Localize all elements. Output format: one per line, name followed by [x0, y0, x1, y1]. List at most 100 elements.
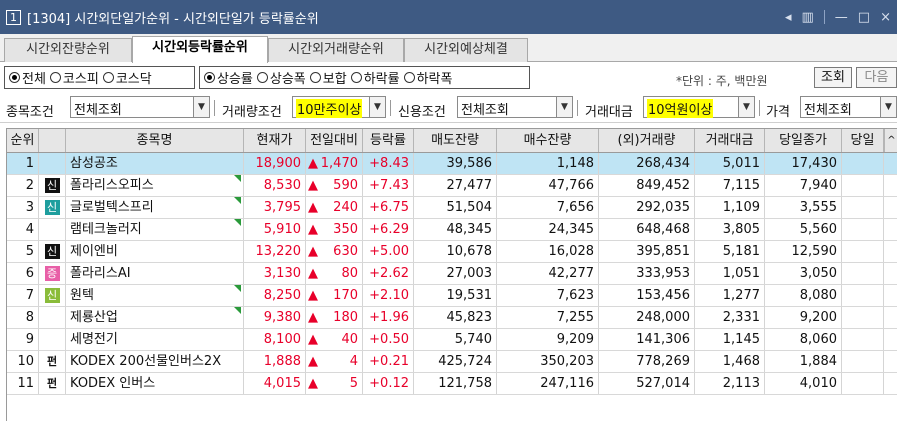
chevron-down-icon[interactable]: ▼ — [738, 97, 754, 117]
table-row[interactable]: 5 신 제이엔비 13,220 ▲ 630 +5.00 10,678 16,028 395,851… — [7, 241, 897, 263]
col-sell-remaining[interactable]: 매도잔량 — [414, 129, 497, 152]
cell-rate: +0.50 — [363, 329, 414, 350]
col-price[interactable]: 현재가 — [244, 129, 306, 152]
cell-price: 9,380 — [244, 307, 306, 328]
cell-sell-remaining: 45,823 — [414, 307, 497, 328]
table-row[interactable]: 11 펀 KODEX 인버스 4,015 ▲ 5 +0.12 121,758 247,116 52… — [7, 373, 897, 395]
radio-fall-width[interactable]: 하락폭 — [403, 68, 452, 87]
col-rank[interactable]: 순위 — [7, 129, 39, 152]
table-row[interactable]: 3 신 글로벌텍스프리 3,795 ▲ 240 +6.75 51,504 7,656 292,03… — [7, 197, 897, 219]
radio-rise-width[interactable]: 상승폭 — [256, 68, 306, 87]
radio-flat[interactable]: 보합 — [309, 68, 347, 87]
maximize-icon[interactable]: □ — [858, 10, 870, 25]
minimize-icon[interactable]: — — [835, 10, 848, 25]
stock-name[interactable]: 폴라리스오피스 — [70, 178, 154, 193]
chevron-down-icon[interactable]: ▼ — [369, 97, 385, 117]
stock-name[interactable]: 세명전기 — [70, 332, 118, 347]
cell-close: 3,555 — [765, 197, 842, 218]
stock-name[interactable]: KODEX 인버스 — [70, 376, 155, 391]
col-amount[interactable]: 거래대금 — [695, 129, 765, 152]
tab-overtime-expected[interactable]: 시간외예상체결 — [404, 38, 528, 62]
tab-overtime-volume[interactable]: 시간외거래량순위 — [268, 38, 404, 62]
stock-badge-icon: 증 — [44, 266, 60, 281]
cell-change: ▲ 4 — [306, 351, 363, 372]
radio-dot — [9, 72, 20, 83]
radio-dot — [49, 72, 61, 83]
col-close[interactable]: 당일종가 — [765, 129, 842, 152]
query-button[interactable]: 조회 — [814, 67, 852, 88]
stock-name[interactable]: 삼성공조 — [70, 156, 118, 171]
col-rate[interactable]: 등락률 — [363, 129, 414, 152]
select-value: 전체조회 — [461, 103, 509, 118]
cell-rate: +7.43 — [363, 175, 414, 196]
cell-name: 원텍 — [66, 285, 244, 306]
table-row[interactable]: 8 제룡산업 9,380 ▲ 180 +1.96 45,823 7,255 248,000 2,3… — [7, 307, 897, 329]
volume-condition-select[interactable]: 10만주이상 ▼ — [292, 96, 386, 118]
cell-today — [842, 373, 884, 394]
radio-market-all[interactable]: 전체 — [9, 68, 46, 87]
stock-name[interactable]: 제이엔비 — [70, 244, 118, 259]
price-condition-select[interactable]: 전체조회 ▼ — [800, 96, 897, 118]
volume-condition-label: 거래량조건 — [222, 105, 282, 120]
chevron-down-icon[interactable]: ▼ — [556, 97, 572, 117]
table-row[interactable]: 2 신 폴라리스오피스 8,530 ▲ 590 +7.43 27,477 47,766 849,4… — [7, 175, 897, 197]
radio-market-kospi[interactable]: 코스피 — [49, 68, 99, 87]
cell-close: 4,010 — [765, 373, 842, 394]
cell-price: 3,130 — [244, 263, 306, 284]
collapse-icon[interactable]: ◂ — [785, 10, 792, 25]
stock-name[interactable]: 원텍 — [70, 288, 94, 303]
col-name[interactable]: 종목명 — [66, 129, 244, 152]
radio-market-kosdaq[interactable]: 코스닥 — [102, 68, 152, 87]
change-value: 590 — [333, 178, 358, 193]
cell-name: 제룡산업 — [66, 307, 244, 328]
table-row[interactable]: 10 펀 KODEX 200선물인버스2X 1,888 ▲ 4 +0.21 425,724 35… — [7, 351, 897, 373]
col-change[interactable]: 전일대비 — [306, 129, 363, 152]
cell-today — [842, 307, 884, 328]
table-row[interactable]: 1 삼성공조 18,900 ▲ 1,470 +8.43 39,586 1,148 268,434… — [7, 153, 897, 175]
cell-today — [842, 329, 884, 350]
table-row[interactable]: 7 신 원텍 8,250 ▲ 170 +2.10 19,531 7,623 153,456 1,27… — [7, 285, 897, 307]
col-buy-remaining[interactable]: 매수잔량 — [497, 129, 599, 152]
cell-price: 4,015 — [244, 373, 306, 394]
tab-overtime-change-rate[interactable]: 시간외등락률순위 — [132, 36, 268, 63]
next-button[interactable]: 다음 — [856, 67, 897, 88]
stock-name[interactable]: 램테크놀러지 — [70, 222, 142, 237]
chevron-down-icon[interactable]: ▼ — [880, 97, 896, 117]
credit-condition-select[interactable]: 전체조회 ▼ — [457, 96, 573, 118]
cell-name: 폴라리스오피스 — [66, 175, 244, 196]
cell-today — [842, 197, 884, 218]
cell-rate: +6.29 — [363, 219, 414, 240]
cell-price: 8,530 — [244, 175, 306, 196]
radio-label: 상승폭 — [269, 72, 306, 87]
radio-dot — [309, 72, 321, 83]
table-row[interactable]: 6 증 폴라리스AI 3,130 ▲ 80 +2.62 27,003 42,277 333,953… — [7, 263, 897, 285]
close-icon[interactable]: × — [880, 10, 891, 25]
stock-name[interactable]: 글로벌텍스프리 — [70, 200, 154, 215]
cell-badge — [39, 153, 66, 174]
cell-rank: 8 — [7, 307, 39, 328]
cell-rank: 4 — [7, 219, 39, 240]
tab-overtime-remaining[interactable]: 시간외잔량순위 — [4, 38, 132, 62]
radio-rise-rate[interactable]: 상승률 — [204, 68, 253, 87]
cell-buy-remaining: 7,255 — [497, 307, 599, 328]
table-row[interactable]: 4 램테크놀러지 5,910 ▲ 350 +6.29 48,345 24,345 648,468… — [7, 219, 897, 241]
cell-badge — [39, 307, 66, 328]
cell-amount: 2,113 — [695, 373, 765, 394]
stock-condition-select[interactable]: 전체조회 ▼ — [70, 96, 210, 118]
stock-name[interactable]: KODEX 200선물인버스2X — [70, 354, 221, 369]
layout-icon[interactable]: ▥ — [802, 10, 814, 25]
col-today[interactable]: 당일 — [842, 129, 884, 152]
scroll-up-icon[interactable]: ^ — [884, 129, 897, 152]
stock-badge-icon: 신 — [44, 244, 60, 259]
cell-buy-remaining: 16,028 — [497, 241, 599, 262]
stock-name[interactable]: 제룡산업 — [70, 310, 118, 325]
stock-name[interactable]: 폴라리스AI — [70, 266, 131, 281]
radio-fall-rate[interactable]: 하락률 — [350, 68, 400, 87]
cell-today — [842, 153, 884, 174]
chevron-down-icon[interactable]: ▼ — [193, 97, 209, 117]
table-row[interactable]: 9 세명전기 8,100 ▲ 40 +0.50 5,740 9,209 141,306 1,145… — [7, 329, 897, 351]
cell-badge: 신 — [39, 175, 66, 196]
col-volume[interactable]: (외)거래량 — [599, 129, 695, 152]
amount-condition-select[interactable]: 10억원이상 ▼ — [643, 96, 755, 118]
cell-close: 12,590 — [765, 241, 842, 262]
